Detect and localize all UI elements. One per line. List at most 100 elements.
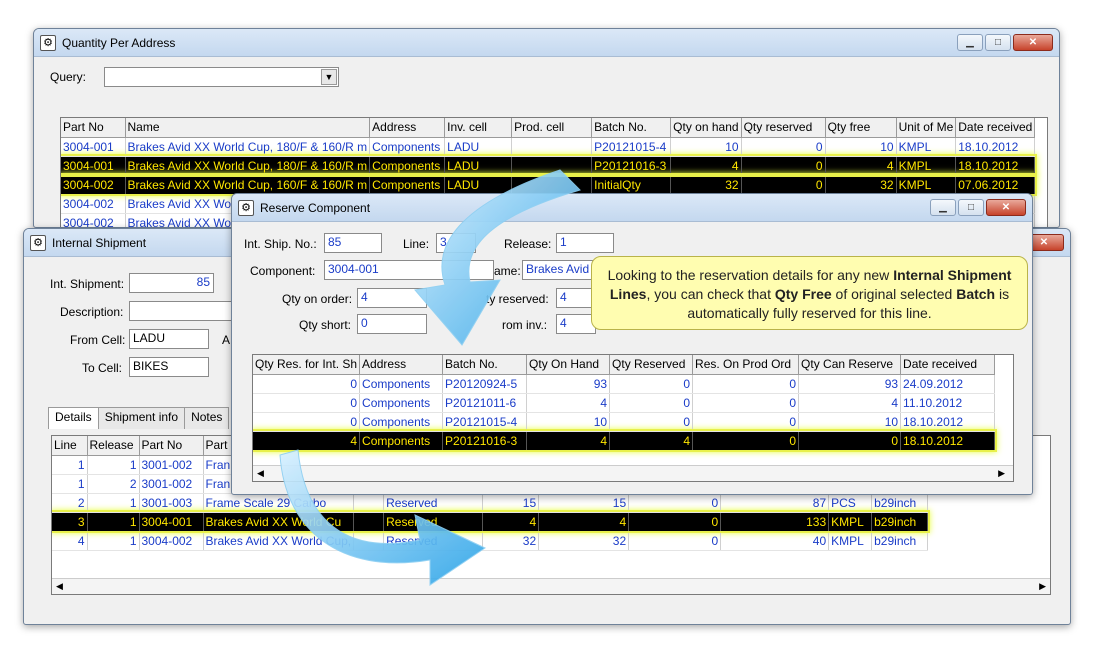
qpa-cell-onhand: 10 — [670, 137, 742, 157]
rc-table-row[interactable]: 0 Components P20121015-4 10 0 0 10 18.10.2012 — [253, 412, 996, 432]
reserve-component-window: ⚙ Reserve Component ▁ □ ✕ Int. Ship. No.… — [231, 193, 1033, 495]
rc-col-header[interactable]: Qty On Hand — [526, 355, 611, 375]
maximize-icon[interactable]: □ — [958, 199, 984, 216]
scroll-right-icon[interactable]: ▶ — [998, 468, 1005, 479]
from-cell-field[interactable]: LADU — [129, 329, 209, 349]
ish-col-header[interactable]: Line — [52, 436, 88, 456]
query-combo[interactable]: ▼ — [104, 67, 339, 87]
scroll-right-icon[interactable]: ▶ — [1039, 581, 1046, 592]
rc-horizontal-scrollbar[interactable]: ◀ ▶ — [253, 465, 1013, 481]
ish-cell-release: 1 — [87, 455, 140, 475]
qpa-col-header[interactable]: Date received — [955, 118, 1036, 138]
qpa-cell-unit: KMPL — [896, 156, 957, 176]
minimize-icon[interactable]: ▁ — [957, 34, 983, 51]
ish-cell-status: Reserved — [383, 512, 484, 532]
qpa-col-header[interactable]: Qty on hand — [670, 118, 742, 138]
qpa-table-row[interactable]: 3004-001 Brakes Avid XX World Cup, 180/F … — [61, 154, 1037, 177]
rc-cell-batch: P20121011-6 — [442, 393, 528, 413]
rc-col-header[interactable]: Res. On Prod Ord — [692, 355, 800, 375]
qpa-cell-batch: P20121015-4 — [591, 137, 672, 157]
qty-on-order-field[interactable]: 4 — [357, 288, 427, 308]
rc-col-header[interactable]: Date received — [900, 355, 996, 375]
qpa-titlebar[interactable]: ⚙ Quantity Per Address ▁ □ ✕ — [34, 29, 1059, 57]
maximize-icon[interactable]: □ — [985, 34, 1011, 51]
name-field[interactable]: Brakes Avid — [522, 260, 602, 280]
qpa-col-header[interactable]: Name — [125, 118, 371, 138]
ish-cell-name: Brakes Avid XX World Cu — [203, 512, 355, 532]
rc-col-header[interactable]: Qty Reserved — [609, 355, 694, 375]
tab-shipment-info[interactable]: Shipment info — [97, 407, 186, 429]
tab-details[interactable]: Details — [48, 407, 99, 429]
ish-col-header[interactable]: Release — [87, 436, 140, 456]
rc-cell-onhand: 93 — [526, 374, 611, 394]
ish-cell-blank — [353, 512, 385, 532]
ish-table-row[interactable]: 3 1 3004-001 Brakes Avid XX World Cu Reserve… — [52, 510, 930, 533]
qpa-cell-name: Brakes Avid XX World Cup, 180/F & 160/R … — [125, 137, 371, 157]
qty-reserved-field[interactable]: 4 — [556, 288, 596, 308]
qpa-cell-batch: P20121016-3 — [591, 156, 672, 176]
ish-cell-line: 3 — [52, 512, 88, 532]
rc-cell-date: 18.10.2012 — [900, 431, 996, 451]
qpa-cell-name: Brakes Avid XX World Cup, 180/F & 160/R … — [125, 156, 371, 176]
rc-grid[interactable]: Qty Res. for Int. Sh Address Batch No. Qty … — [252, 354, 1014, 482]
rc-cell-reserved: 0 — [609, 412, 694, 432]
rc-titlebar[interactable]: ⚙ Reserve Component ▁ □ ✕ — [232, 194, 1032, 222]
qpa-cell-reserved: 0 — [741, 156, 826, 176]
qpa-col-header[interactable]: Qty free — [825, 118, 897, 138]
component-field[interactable]: 3004-001 — [324, 260, 494, 280]
rc-cell-res: 0 — [253, 412, 361, 432]
scroll-left-icon[interactable]: ◀ — [257, 468, 264, 479]
int-ship-no-field[interactable]: 85 — [324, 233, 382, 253]
release-field[interactable]: 1 — [556, 233, 614, 253]
rc-table-row[interactable]: 4 Components P20121016-3 4 4 0 0 18.10.2012 — [253, 429, 997, 452]
rc-col-header[interactable]: Qty Can Reserve — [798, 355, 902, 375]
qpa-cell-inv: LADU — [444, 137, 513, 157]
rc-col-header[interactable]: Batch No. — [442, 355, 528, 375]
qpa-cell-address: Components — [369, 156, 446, 176]
rc-col-header[interactable]: Qty Res. for Int. Sh — [253, 355, 361, 375]
chevron-down-icon[interactable]: ▼ — [321, 69, 337, 85]
rc-table-row[interactable]: 0 Components P20120924-5 93 0 0 93 24.09.2012 — [253, 374, 996, 394]
ish-cell-cell: b29inch — [871, 512, 929, 532]
qpa-col-header[interactable]: Batch No. — [591, 118, 672, 138]
qpa-col-header[interactable]: Prod. cell — [511, 118, 593, 138]
from-cell-label: From Cell: — [70, 333, 126, 347]
ish-table-row[interactable]: 2 1 3001-003 Frame Scale 29 Carbo Reserved 15… — [52, 493, 929, 513]
qpa-table-row[interactable]: 3004-002 Brakes Avid XX World Cup, 160/F … — [61, 173, 1037, 196]
qpa-col-header[interactable]: Inv. cell — [444, 118, 513, 138]
callout-bold-2: Qty Free — [774, 286, 832, 302]
qpa-col-header[interactable]: Unit of Me — [896, 118, 957, 138]
close-icon[interactable]: ✕ — [1013, 34, 1053, 51]
ish-col-header[interactable]: Part No — [139, 436, 204, 456]
rc-col-header[interactable]: Address — [359, 355, 444, 375]
qpa-table-row[interactable]: 3004-001 Brakes Avid XX World Cup, 180/F … — [61, 137, 1036, 157]
close-icon[interactable]: ✕ — [986, 199, 1026, 216]
qpa-col-header[interactable]: Part No — [61, 118, 126, 138]
line-field[interactable]: 3 — [436, 233, 476, 253]
ish-cell-qty4: 133 — [720, 512, 830, 532]
qpa-cell-date: 18.10.2012 — [955, 156, 1036, 176]
info-callout: Looking to the reservation details for a… — [591, 256, 1028, 330]
qty-short-field[interactable]: 0 — [357, 314, 427, 334]
ish-horizontal-scrollbar[interactable]: ◀ ▶ — [52, 578, 1050, 594]
qpa-col-header[interactable]: Qty reserved — [741, 118, 826, 138]
rc-cell-can: 10 — [798, 412, 902, 432]
scroll-left-icon[interactable]: ◀ — [56, 581, 63, 592]
ish-cell-qty3: 0 — [628, 512, 722, 532]
to-cell-field[interactable]: BIKES — [129, 357, 209, 377]
qpa-col-header[interactable]: Address — [369, 118, 446, 138]
ish-table-row[interactable]: 4 1 3004-002 Brakes Avid XX World Cup, Reser… — [52, 531, 929, 551]
description-field[interactable] — [129, 301, 234, 321]
minimize-icon[interactable]: ▁ — [930, 199, 956, 216]
from-inv-field[interactable]: 4 — [556, 314, 596, 334]
qpa-cell-prod — [511, 137, 593, 157]
ish-cell-qty1: 4 — [482, 512, 540, 532]
qpa-cell-inv: LADU — [444, 156, 513, 176]
qpa-cell-unit: KMPL — [896, 137, 957, 157]
rc-cell-address: Components — [359, 393, 444, 413]
tab-notes[interactable]: Notes — [184, 407, 230, 429]
ish-cell-cell: b29inch — [871, 493, 929, 513]
int-shipment-field[interactable]: 85 — [129, 273, 214, 293]
qpa-title: Quantity Per Address — [62, 35, 176, 50]
rc-table-row[interactable]: 0 Components P20121011-6 4 0 0 4 11.10.2012 — [253, 393, 996, 413]
